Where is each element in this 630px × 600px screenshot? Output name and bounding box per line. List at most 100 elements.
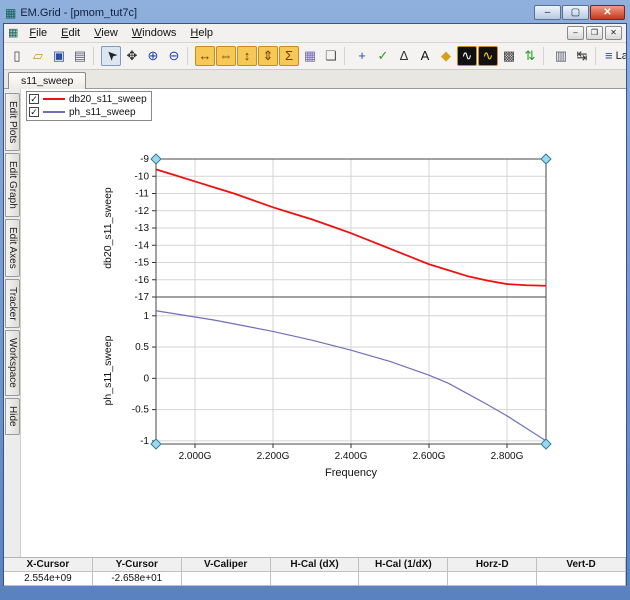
select-cursor-button[interactable]: ➤: [101, 45, 121, 66]
close-button[interactable]: ✕: [590, 5, 625, 20]
side-tab-edit-plots[interactable]: Edit Plots: [5, 92, 20, 152]
print-icon: ▤: [73, 48, 87, 64]
x-tick-label: 2.200G: [257, 451, 290, 462]
plot-resize-handle[interactable]: [150, 153, 162, 165]
trace-check-icon: ✓: [377, 48, 389, 64]
layout-selector-label: Layou: [615, 49, 626, 62]
open-folder-button[interactable]: ▱: [28, 46, 48, 66]
delta-measure-icon: Δ: [399, 48, 409, 64]
text-annotation-button[interactable]: A: [415, 46, 435, 66]
cursor-col-vert-d: Vert-D: [537, 558, 626, 573]
window-resize-bar[interactable]: [3, 586, 627, 600]
fit-vertical-button[interactable]: ↕: [237, 45, 257, 66]
fit-trace-vertical-button[interactable]: ⇅: [520, 46, 540, 66]
fit-horizontal-icon: ↔: [198, 48, 212, 64]
fit-vertical-icon: ↕: [243, 48, 251, 64]
menu-view[interactable]: View: [87, 25, 125, 41]
menu-windows[interactable]: Windows: [125, 25, 184, 41]
cursor-col-horz-d: Horz-D: [448, 558, 538, 573]
menu-help[interactable]: Help: [183, 25, 220, 41]
plot-canvas[interactable]: 2.000G 2.200G 2.400G 2.600G 2.800G-9-10-11-1…: [21, 89, 626, 489]
zoom-out-button[interactable]: ⊖: [164, 46, 184, 66]
grid-toggle-button[interactable]: ▦: [300, 46, 320, 66]
cursor-value-6: [537, 572, 626, 587]
y-axis-label-ph: ph_s11_sweep: [102, 335, 114, 405]
y-tick-label: -17: [135, 292, 150, 303]
snapshot-icon: ▥: [554, 48, 568, 64]
side-tab-hide[interactable]: Hide: [5, 397, 20, 435]
zoom-in-button[interactable]: ⊕: [143, 46, 163, 66]
cursor-readout-table: X-Cursor Y-Cursor V-Caliper H-Cal (dX) H-Cal…: [4, 557, 626, 587]
cursor-col-v-caliper: V-Caliper: [181, 558, 271, 573]
horizontal-measure-icon: ↹: [576, 48, 588, 64]
legend-row-ph_s11_sweep: ✓ ph_s11_sweep: [29, 106, 147, 119]
y-tick-label: 0.5: [135, 342, 149, 353]
mdi-minimize-button[interactable]: –: [567, 25, 584, 40]
x-tick-label: 2.600G: [413, 451, 446, 462]
cursor-col-x-cursor: X-Cursor: [4, 558, 93, 573]
content-area: Edit Plots Edit Graph Edit Axes Tracker Work…: [4, 88, 626, 558]
y-axis-label-db20: db20_s11_sweep: [102, 187, 114, 269]
persistence-grid-icon: ▩: [502, 48, 516, 64]
fit-horizontal-button[interactable]: ↔: [195, 45, 215, 66]
new-document-button[interactable]: ▯: [7, 46, 27, 66]
shrink-horizontal-button[interactable]: ⇔: [216, 45, 236, 66]
layout-list-icon: ≡: [605, 48, 613, 64]
select-cursor-icon: ➤: [101, 46, 121, 66]
plot-resize-handle[interactable]: [540, 153, 552, 165]
shrink-vertical-button[interactable]: ⇕: [258, 45, 278, 66]
scope-display-button[interactable]: ∿: [457, 45, 477, 66]
autoscale-button[interactable]: Σ: [279, 45, 299, 66]
save-icon: ▣: [52, 48, 66, 64]
x-tick-label: 2.800G: [491, 451, 524, 462]
delta-measure-button[interactable]: Δ: [394, 46, 414, 66]
legend-checkbox-ph_s11_sweep[interactable]: ✓: [29, 107, 39, 118]
title-bar[interactable]: ▦ EM.Grid - [pmom_tut7c] – ▢ ✕: [3, 2, 627, 23]
maximize-button[interactable]: ▢: [562, 5, 589, 20]
mdi-close-button[interactable]: ✕: [605, 25, 622, 40]
side-tab-edit-graph[interactable]: Edit Graph: [5, 153, 20, 217]
eye-diagram-button[interactable]: ∿: [478, 45, 498, 66]
tile-windows-button[interactable]: ❏: [321, 46, 341, 66]
side-tab-tracker[interactable]: Tracker: [5, 278, 20, 329]
cursor-value-2: [181, 572, 271, 587]
cursor-value-4: [359, 572, 449, 587]
add-marker-button[interactable]: +: [352, 46, 372, 66]
toolbar-separator: [93, 46, 98, 65]
legend-checkbox-db20_s11_sweep[interactable]: ✓: [29, 94, 39, 105]
scope-display-icon: ∿: [461, 48, 473, 64]
toolbar-separator: [543, 46, 548, 65]
new-document-icon: ▯: [13, 48, 21, 64]
minimize-button[interactable]: –: [534, 5, 561, 20]
save-button[interactable]: ▣: [49, 46, 69, 66]
color-marker-button[interactable]: ◆: [436, 46, 456, 66]
legend-line-sample: [43, 98, 65, 101]
toolbar-separator: [187, 46, 192, 65]
document-icon[interactable]: ▦: [8, 26, 18, 39]
cursor-value-1: -2.658e+01: [92, 572, 182, 587]
print-button[interactable]: ▤: [70, 46, 90, 66]
cursor-col-y-cursor: Y-Cursor: [92, 558, 182, 573]
pan-hand-button[interactable]: ✥: [122, 46, 142, 66]
color-marker-icon: ◆: [441, 48, 451, 64]
menu-bar: ▦ File Edit View Windows Help – ❐ ✕: [4, 24, 626, 43]
y-tick-label: -16: [135, 275, 150, 286]
x-axis-label: Frequency: [325, 467, 377, 479]
tab-bar: s11_sweep: [4, 69, 626, 89]
menu-items: File Edit View Windows Help: [22, 25, 220, 41]
trace-check-button[interactable]: ✓: [373, 46, 393, 66]
persistence-grid-button[interactable]: ▩: [499, 46, 519, 66]
side-tab-workspace[interactable]: Workspace: [5, 330, 20, 396]
app-logo-icon: ▦: [5, 5, 17, 20]
legend-label: ph_s11_sweep: [69, 106, 136, 118]
layout-selector-button[interactable]: ≡Layou: [605, 48, 626, 63]
horizontal-measure-button[interactable]: ↹: [572, 46, 592, 66]
mdi-restore-button[interactable]: ❐: [586, 25, 603, 40]
menu-file[interactable]: File: [22, 25, 54, 41]
tab-s11-sweep[interactable]: s11_sweep: [8, 71, 87, 89]
snapshot-button[interactable]: ▥: [551, 46, 571, 66]
side-tab-strip: Edit Plots Edit Graph Edit Axes Tracker Work…: [4, 88, 21, 558]
menu-edit[interactable]: Edit: [54, 25, 87, 41]
y-tick-label: -12: [135, 206, 150, 217]
side-tab-edit-axes[interactable]: Edit Axes: [5, 218, 20, 277]
